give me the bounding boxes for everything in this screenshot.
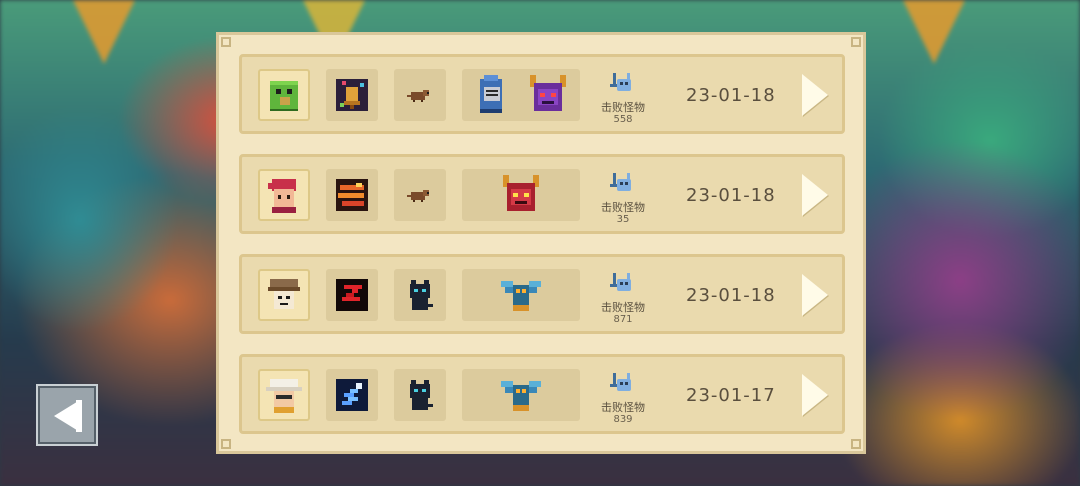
brown-rat-pet-icon — [407, 90, 429, 102]
helmet-hero-icon — [268, 279, 300, 309]
back-button[interactable] — [36, 384, 98, 446]
view-detail-arrow-button[interactable] — [802, 174, 828, 216]
fire-scroll-weapon-icon — [336, 179, 368, 211]
pet-slot — [394, 269, 446, 321]
kills-label: 击败怪物 — [601, 301, 645, 314]
black-cat-pet-icon — [410, 380, 433, 410]
record-date: 23-01-17 — [686, 385, 776, 406]
blue-winged-boss-icon — [501, 281, 541, 311]
hero-slot — [258, 269, 310, 321]
sword-skull-icon — [610, 73, 631, 91]
kills-count: 35 — [616, 214, 630, 225]
history-record-row[interactable]: 击败怪物 35 23-01-18 — [239, 154, 845, 234]
record-date: 23-01-18 — [686, 185, 776, 206]
boss-slot — [462, 69, 580, 121]
view-detail-arrow-button[interactable] — [802, 74, 828, 116]
kills-count: 871 — [613, 314, 633, 325]
kills-stat: 击败怪物 35 — [598, 171, 648, 226]
hero-slot — [258, 69, 310, 121]
white-hat-hero-icon — [266, 379, 302, 413]
lightning-weapon-icon — [336, 379, 368, 411]
weapon-slot — [326, 369, 378, 421]
sword-skull-icon — [610, 273, 631, 291]
boss-slot — [462, 269, 580, 321]
run-history-panel: 击败怪物 558 23-01-18 击败怪物 35 23-01-18 击败怪物 … — [216, 32, 866, 454]
history-record-row[interactable]: 击败怪物 871 23-01-18 — [239, 254, 845, 334]
banner-flag-decoration — [70, 0, 138, 64]
green-dinosaur-hero-icon — [270, 81, 298, 111]
hero-slot — [258, 169, 310, 221]
boss-slot — [462, 369, 580, 421]
view-detail-arrow-button[interactable] — [802, 274, 828, 316]
kills-count: 558 — [613, 114, 633, 125]
kills-label: 击败怪物 — [601, 101, 645, 114]
kills-stat: 击败怪物 839 — [598, 371, 648, 426]
weapon-slot — [326, 69, 378, 121]
brown-rat-pet-icon — [407, 190, 429, 202]
view-detail-arrow-button[interactable] — [802, 374, 828, 416]
hero-slot — [258, 369, 310, 421]
pet-slot — [394, 369, 446, 421]
sword-skull-icon — [610, 173, 631, 191]
red-slash-weapon-icon — [336, 279, 368, 311]
history-record-row[interactable]: 击败怪物 839 23-01-17 — [239, 354, 845, 434]
red-horned-devil-boss-icon — [503, 175, 539, 211]
purple-horned-devil-boss-icon — [530, 75, 566, 111]
weapon-slot — [326, 169, 378, 221]
pet-slot — [394, 169, 446, 221]
kills-count: 839 — [613, 414, 633, 425]
pet-slot — [394, 69, 446, 121]
weapon-slot — [326, 269, 378, 321]
red-haired-hero-icon — [268, 179, 296, 213]
kills-stat: 击败怪物 871 — [598, 271, 648, 326]
kills-label: 击败怪物 — [601, 201, 645, 214]
black-cat-pet-icon — [410, 280, 433, 310]
blue-knight-helmet-boss-icon — [480, 75, 502, 113]
record-date: 23-01-18 — [686, 285, 776, 306]
banner-flag-decoration — [900, 0, 968, 64]
kills-stat: 击败怪物 558 — [598, 71, 648, 126]
kills-label: 击败怪物 — [601, 401, 645, 414]
history-record-row[interactable]: 击败怪物 558 23-01-18 — [239, 54, 845, 134]
bell-weapon-icon — [336, 79, 368, 111]
record-date: 23-01-18 — [686, 85, 776, 106]
boss-slot — [462, 169, 580, 221]
blue-winged-boss-icon — [501, 381, 541, 411]
sword-skull-icon — [610, 373, 631, 391]
